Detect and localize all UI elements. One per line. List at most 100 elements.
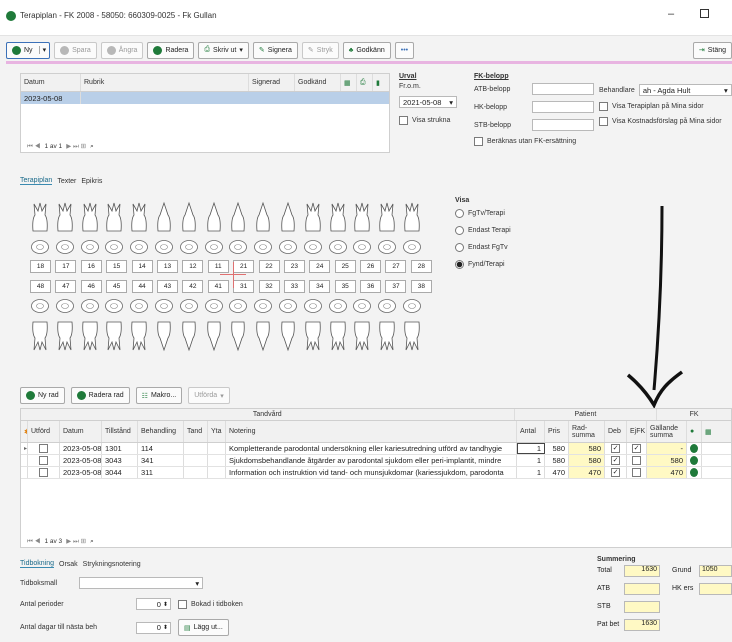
show-plan-checkbox[interactable]: Visa Terapiplan på Mina sidor [599,102,732,111]
info-icon[interactable] [690,444,698,453]
col-rowsum[interactable]: Rad-summa [569,421,605,442]
tooth-surface-icon[interactable] [352,239,372,255]
col-surface[interactable]: Yta [208,421,226,442]
tooth-icon[interactable] [253,320,273,352]
tooth-icon[interactable] [377,201,397,233]
tooth-icon[interactable] [80,201,100,233]
tooth-icon[interactable] [30,201,50,233]
show-struck-checkbox[interactable]: Visa strukna [399,116,469,125]
tooth-number-33[interactable]: 33 [283,280,305,293]
delete-row-button[interactable]: Radera rad [70,387,130,404]
col-note[interactable]: Notering [226,421,517,442]
tooth-icon[interactable] [278,201,298,233]
tooth-number-28[interactable]: 28 [410,260,432,273]
info-icon[interactable] [690,468,698,477]
checkbox[interactable]: ✓ [632,444,641,453]
info-icon[interactable]: ● [687,421,702,442]
tooth-number-34[interactable]: 34 [309,280,331,293]
tooth-surface-icon[interactable] [328,298,348,314]
tooth-surface-icon[interactable] [80,239,100,255]
tab-epikris[interactable]: Epikris [81,178,102,185]
tooth-number-37[interactable]: 37 [385,280,407,293]
new-button[interactable]: Ny ▾ [6,41,51,59]
tooth-icon[interactable] [402,320,422,352]
col-date[interactable]: Datum [21,74,81,91]
tooth-surface-icon[interactable] [30,298,50,314]
col-deb[interactable]: Deb [605,421,627,442]
tooth-icon[interactable] [352,320,372,352]
tooth-number-24[interactable]: 24 [309,260,331,273]
tooth-icon[interactable] [80,320,100,352]
table-row[interactable]: 2023-05-08 3043 341 Sjukdomsbehandlande åtg… [21,455,731,467]
deb-checkbox[interactable]: ✓ [605,455,627,466]
macro-button[interactable]: ☷ Makro... [135,387,183,404]
table-row[interactable]: 2023-05-08 [21,92,389,104]
sign-button[interactable]: ✎ Signera [252,41,298,59]
col-title[interactable]: Rubrik [81,74,249,91]
undo-button[interactable]: Ångra [100,41,144,59]
col-current[interactable]: Gällande summa [647,421,687,442]
tooth-surface-icon[interactable] [55,239,75,255]
tooth-icon[interactable] [104,320,124,352]
checkbox[interactable]: ✓ [611,444,620,453]
tooth-surface-icon[interactable] [129,298,149,314]
tooth-number-13[interactable]: 13 [156,260,178,273]
tooth-surface-icon[interactable] [402,298,422,314]
table-row[interactable]: ▸ 2023-05-08 1301 114 Kompletterande parodon… [21,443,731,455]
tooth-surface-icon[interactable] [228,239,248,255]
tooth-surface-icon[interactable] [253,298,273,314]
col-price[interactable]: Pris [545,421,569,442]
tooth-icon[interactable] [55,201,75,233]
close-button[interactable]: ⇥ Stäng [692,41,732,59]
cell-info[interactable] [687,455,702,466]
tooth-surface-icon[interactable] [154,239,174,255]
tooth-surface-icon[interactable] [352,298,372,314]
cell-info[interactable] [687,443,702,454]
tooth-surface-icon[interactable] [179,298,199,314]
done-checkbox[interactable] [28,455,60,466]
treatment-pager[interactable]: ⏮ ◀ 1 av 3 ▶ ⏭ ⊞ ⌕ [27,537,94,546]
tooth-surface-icon[interactable] [179,239,199,255]
hk-input[interactable] [532,101,594,113]
minimize-icon[interactable]: – [668,8,674,20]
cell-info[interactable] [687,467,702,478]
ejfk-checkbox[interactable]: ✓ [627,443,647,454]
tooth-icon[interactable] [377,320,397,352]
tab-orsak[interactable]: Orsak [59,561,78,568]
tooth-icon[interactable] [278,320,298,352]
tab-tidbokning[interactable]: Tidbokning [20,560,54,568]
tooth-icon[interactable] [179,201,199,233]
tooth-number-11[interactable]: 11 [207,260,229,273]
tooth-surface-icon[interactable] [228,298,248,314]
tooth-surface-icon[interactable] [80,298,100,314]
deb-checkbox[interactable]: ✓ [605,443,627,454]
col-done[interactable]: Utförd [28,421,60,442]
atb-input[interactable] [532,83,594,95]
template-select[interactable]: ▾ [79,577,204,589]
cell-count[interactable]: 1 [517,467,545,478]
tooth-number-27[interactable]: 27 [385,260,407,273]
tooth-icon[interactable] [179,320,199,352]
tooth-number-31[interactable]: 31 [233,280,255,293]
tooth-icon[interactable] [154,201,174,233]
tooth-icon[interactable] [303,201,323,233]
ejfk-checkbox[interactable] [627,467,647,478]
chevron-down-icon[interactable]: ▾ [38,46,50,54]
tooth-number-32[interactable]: 32 [258,280,280,293]
tooth-number-36[interactable]: 36 [360,280,382,293]
tooth-surface-icon[interactable] [253,239,273,255]
tooth-icon[interactable] [228,320,248,352]
stb-input[interactable] [532,119,594,131]
add-booking-button[interactable]: ▤ Lägg ut... [178,619,229,636]
tooth-icon[interactable] [204,201,224,233]
tooth-surface-icon[interactable] [154,298,174,314]
tooth-icon[interactable] [204,320,224,352]
tab-terapiplan[interactable]: Terapiplan [20,177,53,185]
tooth-surface-icon[interactable] [104,239,124,255]
new-row-button[interactable]: Ny rad [20,387,65,404]
done-checkbox[interactable] [28,443,60,454]
tooth-icon[interactable] [129,201,149,233]
cell-count[interactable]: 1 [517,443,545,454]
tooth-icon[interactable] [303,320,323,352]
checkbox[interactable] [632,456,641,465]
